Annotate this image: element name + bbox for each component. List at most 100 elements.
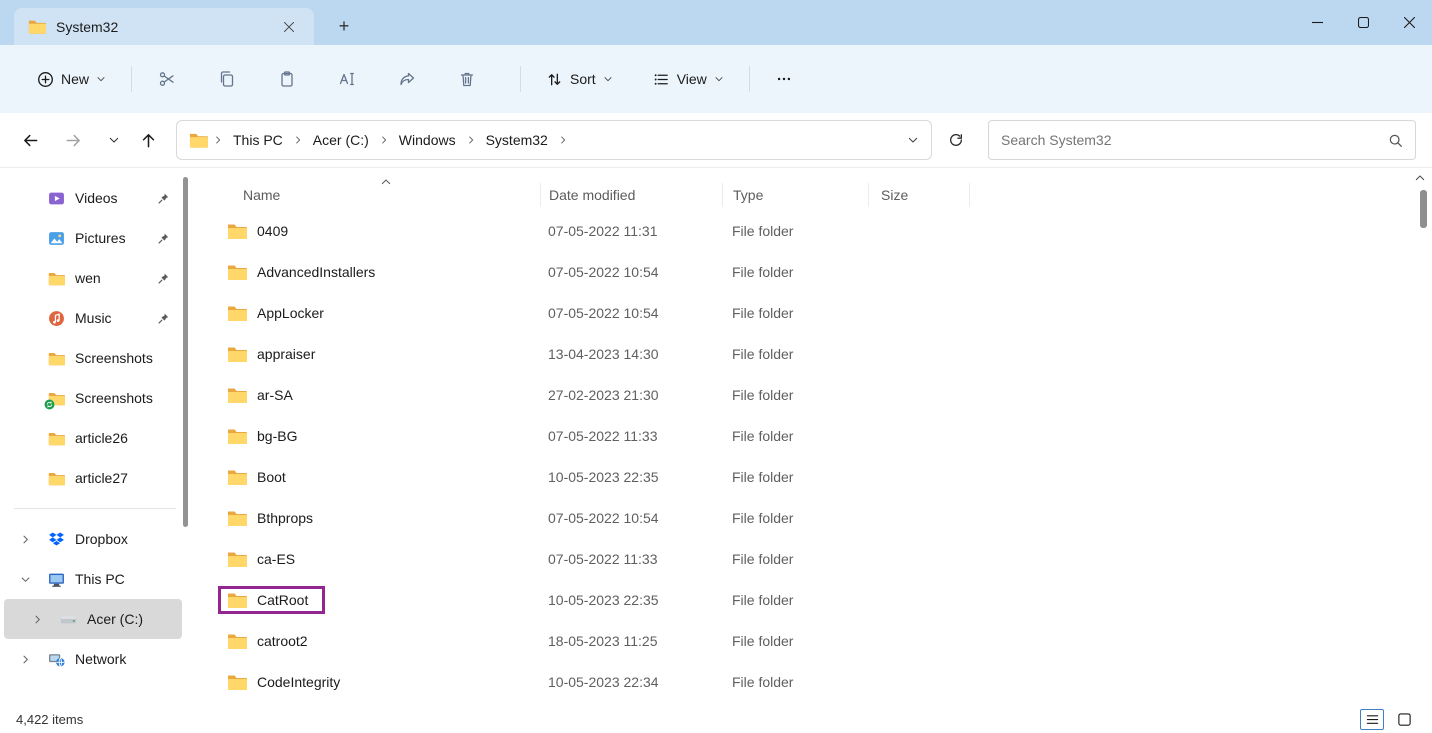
scrollbar-thumb[interactable] (1420, 190, 1427, 228)
sidebar-scrollbar-thumb[interactable] (183, 177, 188, 527)
sidebar-item-videos[interactable]: Videos (4, 178, 182, 218)
breadcrumb-this-pc[interactable]: This PC (224, 127, 292, 153)
sidebar-item-article27[interactable]: article27 (4, 458, 182, 498)
file-row-catroot-highlighted[interactable]: CatRoot 10-05-2023 22:35 File folder (190, 579, 1432, 620)
back-button[interactable] (12, 122, 48, 158)
details-view-icon (1365, 712, 1380, 727)
share-button[interactable] (386, 60, 428, 98)
hard-drive-icon (60, 611, 77, 628)
large-icons-view-button[interactable] (1392, 709, 1416, 730)
maximize-button[interactable] (1340, 0, 1386, 45)
chevron-right-icon (558, 135, 568, 145)
more-options-button[interactable] (764, 60, 804, 98)
rename-icon (338, 70, 356, 88)
file-type: File folder (722, 346, 868, 362)
highlight-annotation-box: CatRoot (218, 586, 325, 614)
file-row[interactable]: bg-BG 07-05-2022 11:33 File folder (190, 415, 1432, 456)
search-input[interactable] (1001, 132, 1388, 148)
file-type: File folder (722, 674, 868, 690)
file-name-cell: Bthprops (210, 510, 540, 526)
chevron-down-icon (108, 134, 120, 146)
chevron-right-icon[interactable] (20, 654, 31, 665)
sidebar-item-label: Acer (C:) (87, 611, 143, 627)
details-view-button[interactable] (1360, 709, 1384, 730)
folder-icon (227, 551, 247, 567)
forward-arrow-icon (65, 132, 82, 149)
breadcrumb-system32[interactable]: System32 (477, 127, 557, 153)
file-type: File folder (722, 551, 868, 567)
folder-icon (227, 387, 247, 403)
sidebar-item-screenshots[interactable]: Screenshots (4, 338, 182, 378)
sidebar-item-label: Screenshots (75, 390, 153, 406)
file-type: File folder (722, 469, 868, 485)
search-box (988, 120, 1416, 160)
close-button[interactable] (1386, 0, 1432, 45)
chevron-down-icon[interactable] (20, 574, 31, 585)
sidebar-item-acer-c[interactable]: Acer (C:) (4, 599, 182, 639)
sidebar-item-label: article27 (75, 470, 128, 486)
address-bar[interactable]: This PC Acer (C:) Windows System32 (176, 120, 932, 160)
file-row[interactable]: 0409 07-05-2022 11:31 File folder (190, 210, 1432, 251)
sidebar-item-network[interactable]: Network (4, 639, 182, 679)
tab-close-button[interactable] (276, 14, 302, 40)
sidebar-item-screenshots-synced[interactable]: Screenshots (4, 378, 182, 418)
sidebar-item-pictures[interactable]: Pictures (4, 218, 182, 258)
file-name: catroot2 (257, 633, 308, 649)
chevron-right-icon[interactable] (20, 534, 31, 545)
paste-button[interactable] (266, 60, 308, 98)
tab-system32[interactable]: System32 (14, 8, 314, 45)
file-date-modified: 07-05-2022 10:54 (540, 264, 722, 280)
file-row[interactable]: AppLocker 07-05-2022 10:54 File folder (190, 292, 1432, 333)
file-row[interactable]: ca-ES 07-05-2022 11:33 File folder (190, 538, 1432, 579)
column-header-type[interactable]: Type (722, 183, 868, 207)
file-row[interactable]: catroot2 18-05-2023 11:25 File folder (190, 620, 1432, 661)
folder-icon (227, 469, 247, 485)
rename-button[interactable] (326, 60, 368, 98)
recent-locations-button[interactable] (96, 122, 132, 158)
column-header-size[interactable]: Size (868, 183, 970, 207)
file-row[interactable]: appraiser 13-04-2023 14:30 File folder (190, 333, 1432, 374)
scroll-up-arrow-icon[interactable] (1414, 172, 1426, 184)
scissors-icon (158, 70, 176, 88)
file-list-pane: Name Date modified Type Size 0409 07-05-… (190, 168, 1432, 705)
paste-icon (278, 70, 296, 88)
column-header-date-modified[interactable]: Date modified (540, 183, 722, 207)
view-button[interactable]: View (642, 63, 735, 96)
up-arrow-icon (140, 132, 157, 149)
sort-button[interactable]: Sort (535, 63, 624, 96)
view-toggles (1360, 709, 1416, 730)
chevron-right-icon[interactable] (32, 614, 43, 625)
file-name-cell: CatRoot (210, 586, 540, 614)
file-row[interactable]: Boot 10-05-2023 22:35 File folder (190, 456, 1432, 497)
breadcrumb-acer-c[interactable]: Acer (C:) (304, 127, 378, 153)
toolbar-divider (749, 66, 750, 92)
sidebar-item-this-pc[interactable]: This PC (4, 559, 182, 599)
new-button[interactable]: New (26, 63, 117, 96)
file-row[interactable]: AdvancedInstallers 07-05-2022 10:54 File… (190, 251, 1432, 292)
pin-icon (157, 232, 170, 245)
sidebar-item-article26[interactable]: article26 (4, 418, 182, 458)
music-icon (48, 310, 65, 327)
forward-button[interactable] (55, 122, 91, 158)
minimize-button[interactable] (1294, 0, 1340, 45)
file-name: ca-ES (257, 551, 295, 567)
sidebar-item-music[interactable]: Music (4, 298, 182, 338)
column-header-name[interactable]: Name (210, 183, 540, 207)
sidebar-item-dropbox[interactable]: Dropbox (4, 519, 182, 559)
cut-button[interactable] (146, 60, 188, 98)
file-row[interactable]: ar-SA 27-02-2023 21:30 File folder (190, 374, 1432, 415)
copy-button[interactable] (206, 60, 248, 98)
folder-icon (227, 264, 247, 280)
file-name: AdvancedInstallers (257, 264, 375, 280)
new-tab-button[interactable]: + (330, 12, 358, 40)
address-dropdown-chevron-icon[interactable] (907, 134, 919, 146)
file-row[interactable]: CodeIntegrity 10-05-2023 22:34 File fold… (190, 661, 1432, 702)
file-row[interactable]: Bthprops 07-05-2022 10:54 File folder (190, 497, 1432, 538)
delete-button[interactable] (446, 60, 488, 98)
refresh-button[interactable] (938, 122, 974, 158)
sidebar-item-wen[interactable]: wen (4, 258, 182, 298)
up-button[interactable] (130, 122, 166, 158)
breadcrumb-windows[interactable]: Windows (390, 127, 465, 153)
file-date-modified: 07-05-2022 11:33 (540, 428, 722, 444)
sort-ascending-caret-icon (380, 176, 392, 188)
